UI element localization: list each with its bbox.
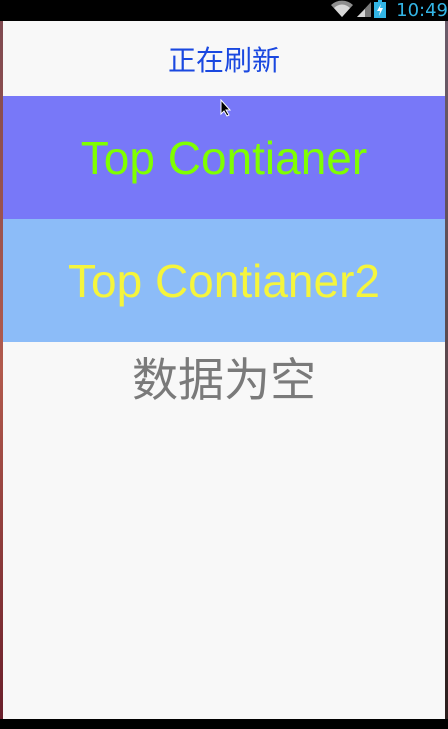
signal-icon bbox=[356, 0, 372, 22]
pull-to-refresh-header: 正在刷新 bbox=[3, 21, 445, 96]
app-screen[interactable]: 正在刷新 Top Contianer Top Contianer2 数据为空 bbox=[3, 21, 445, 719]
empty-state-text: 数据为空 bbox=[132, 353, 316, 407]
top-container-2[interactable]: Top Contianer2 bbox=[3, 219, 445, 342]
top-container-2-label: Top Contianer2 bbox=[68, 254, 380, 307]
top-container-1-label: Top Contianer bbox=[80, 131, 368, 184]
status-bar: 10:49 bbox=[0, 0, 448, 21]
mouse-cursor-icon bbox=[220, 98, 232, 121]
bottom-bar bbox=[0, 719, 448, 729]
status-time: 10:49 bbox=[396, 0, 448, 21]
status-icons bbox=[330, 0, 387, 22]
battery-charging-icon bbox=[374, 0, 387, 22]
refresh-status-text: 正在刷新 bbox=[167, 43, 280, 77]
wifi-icon bbox=[330, 0, 354, 22]
